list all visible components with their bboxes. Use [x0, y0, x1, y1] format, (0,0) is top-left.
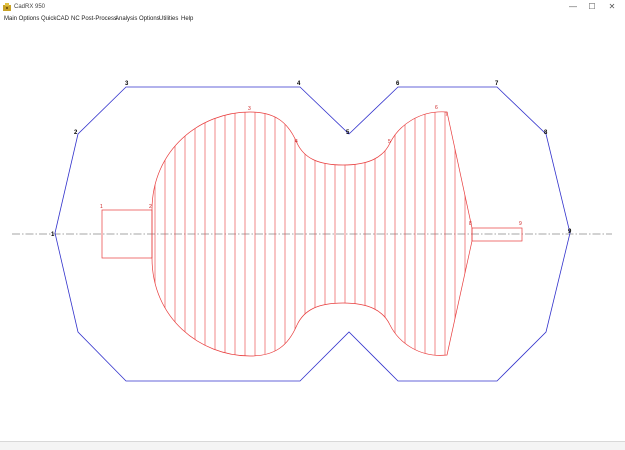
menu-main-options[interactable]: Main Options — [4, 14, 39, 24]
close-button[interactable]: ✕ — [605, 1, 619, 13]
red-label-7: 7 — [445, 112, 448, 118]
menu-help[interactable]: Help — [181, 14, 193, 24]
blue-label-8: 8 — [544, 130, 548, 136]
title-bar: CadRX 950 — ☐ ✕ — [0, 0, 625, 14]
blue-label-7: 7 — [495, 81, 499, 87]
blue-label-4: 4 — [297, 81, 301, 87]
maximize-button[interactable]: ☐ — [585, 1, 599, 13]
blue-label-5: 5 — [346, 130, 350, 136]
minimize-button[interactable]: — — [566, 1, 580, 13]
drawing-canvas[interactable]: 1 2 3 4 5 6 7 8 9 1 2 3 4 5 6 7 8 9 — [0, 24, 625, 442]
red-label-8: 8 — [469, 221, 472, 227]
blue-label-1: 1 — [51, 232, 55, 238]
menu-quickcad[interactable]: QuickCAD — [41, 14, 69, 24]
red-label-2: 2 — [149, 204, 152, 210]
menu-nc-post-process[interactable]: NC Post-Process — [71, 14, 117, 24]
menu-utilities[interactable]: Utilities — [159, 14, 178, 24]
blue-label-6: 6 — [396, 81, 400, 87]
red-label-4: 4 — [295, 139, 298, 145]
window-title: CadRX 950 — [14, 4, 46, 10]
red-label-1: 1 — [100, 204, 103, 210]
blue-label-3: 3 — [125, 81, 129, 87]
app-icon — [3, 3, 11, 11]
app-window: CadRX 950 — ☐ ✕ Main Options QuickCAD NC… — [0, 0, 625, 450]
red-label-3: 3 — [248, 106, 251, 112]
right-stub — [471, 227, 523, 242]
red-label-6: 6 — [435, 105, 438, 111]
red-label-5: 5 — [388, 139, 391, 145]
red-label-9: 9 — [519, 221, 522, 227]
hatch-lines — [154, 111, 466, 356]
menu-analysis-options[interactable]: Analysis Options — [115, 14, 160, 24]
menu-bar: Main Options QuickCAD NC Post-Process An… — [0, 14, 625, 24]
